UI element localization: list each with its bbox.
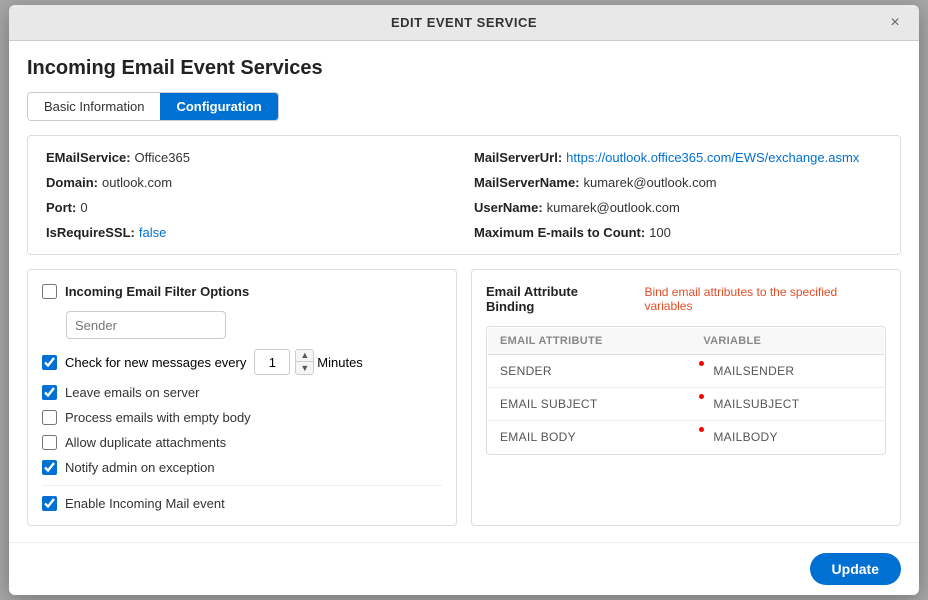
domain-value: outlook.com <box>102 175 172 190</box>
filter-options-checkbox[interactable] <box>42 284 57 299</box>
port-value: 0 <box>80 200 87 215</box>
leave-emails-label[interactable]: Leave emails on server <box>65 385 199 400</box>
email-service-label: EMailService: <box>46 150 131 165</box>
port-label: Port: <box>46 200 76 215</box>
mail-server-url-label: MailServerUrl: <box>474 150 562 165</box>
table-header-row: EMAIL ATTRIBUTE VARIABLE <box>488 328 885 355</box>
variable-value: MAILSUBJECT <box>713 397 799 411</box>
info-section: EMailService: Office365 MailServerUrl: h… <box>27 135 901 255</box>
port-row: Port: 0 <box>46 200 454 215</box>
modal-title: EDIT EVENT SERVICE <box>391 15 537 30</box>
tab-basic[interactable]: Basic Information <box>28 93 160 120</box>
modal: EDIT EVENT SERVICE × Incoming Email Even… <box>9 5 919 595</box>
check-messages-row: Check for new messages every 1 ▲ ▼ Minut… <box>42 349 442 375</box>
ssl-value: false <box>139 225 166 240</box>
bottom-section: Incoming Email Filter Options Check for … <box>27 269 901 526</box>
leave-emails-row: Leave emails on server <box>42 385 442 400</box>
check-interval-value: 1 <box>254 349 290 375</box>
variable-value: MAILBODY <box>713 430 777 444</box>
allow-duplicates-label[interactable]: Allow duplicate attachments <box>65 435 226 450</box>
tab-configuration[interactable]: Configuration <box>160 93 277 120</box>
close-button[interactable]: × <box>883 11 907 35</box>
sender-filter-input[interactable] <box>66 311 226 339</box>
interval-unit: Minutes <box>317 355 363 370</box>
check-messages-label: Check for new messages every <box>65 355 246 370</box>
table-row: EMAIL SUBJECT MAILSUBJECT <box>488 388 885 421</box>
email-service-row: EMailService: Office365 <box>46 150 454 165</box>
attr-cell: EMAIL BODY <box>488 421 692 454</box>
mail-server-name-row: MailServerName: kumarek@outlook.com <box>474 175 882 190</box>
attr-binding-subtitle: Bind email attributes to the specified v… <box>644 285 886 313</box>
col-variable: VARIABLE <box>691 328 884 355</box>
table-row: SENDER MAILSENDER <box>488 355 885 388</box>
mail-server-name-value: kumarek@outlook.com <box>584 175 717 190</box>
tab-bar: Basic Information Configuration <box>27 92 279 121</box>
attr-binding-header: Email Attribute Binding Bind email attri… <box>486 284 886 314</box>
mail-server-name-label: MailServerName: <box>474 175 580 190</box>
email-service-value: Office365 <box>135 150 190 165</box>
max-emails-value: 100 <box>649 225 671 240</box>
attr-cell: SENDER <box>488 355 692 388</box>
domain-label: Domain: <box>46 175 98 190</box>
attr-binding-title: Email Attribute Binding <box>486 284 628 314</box>
attr-table-container: EMAIL ATTRIBUTE VARIABLE SENDER MAILSEND… <box>486 326 886 455</box>
modal-overlay: EDIT EVENT SERVICE × Incoming Email Even… <box>0 0 928 600</box>
username-row: UserName: kumarek@outlook.com <box>474 200 882 215</box>
check-messages-checkbox[interactable] <box>42 355 57 370</box>
variable-cell: MAILBODY <box>691 421 884 454</box>
notify-admin-checkbox[interactable] <box>42 460 57 475</box>
attr-cell: EMAIL SUBJECT <box>488 388 692 421</box>
leave-emails-checkbox[interactable] <box>42 385 57 400</box>
stepper-down-button[interactable]: ▼ <box>296 362 313 374</box>
domain-row: Domain: outlook.com <box>46 175 454 190</box>
ssl-label: IsRequireSSL: <box>46 225 135 240</box>
notify-admin-label[interactable]: Notify admin on exception <box>65 460 215 475</box>
username-value: kumarek@outlook.com <box>547 200 680 215</box>
variable-value: MAILSENDER <box>713 364 794 378</box>
stepper-up-button[interactable]: ▲ <box>296 350 313 362</box>
ssl-row: IsRequireSSL: false <box>46 225 454 240</box>
allow-duplicates-checkbox[interactable] <box>42 435 57 450</box>
filter-panel-header: Incoming Email Filter Options <box>42 284 442 299</box>
username-label: UserName: <box>474 200 543 215</box>
attr-binding-panel: Email Attribute Binding Bind email attri… <box>471 269 901 526</box>
page-title: Incoming Email Event Services <box>27 57 901 80</box>
col-attribute: EMAIL ATTRIBUTE <box>488 328 692 355</box>
update-button[interactable]: Update <box>810 553 901 585</box>
max-emails-row: Maximum E-mails to Count: 100 <box>474 225 882 240</box>
process-empty-checkbox[interactable] <box>42 410 57 425</box>
filter-panel-title: Incoming Email Filter Options <box>65 284 249 299</box>
modal-header: EDIT EVENT SERVICE × <box>9 5 919 41</box>
max-emails-label: Maximum E-mails to Count: <box>474 225 645 240</box>
variable-cell: MAILSENDER <box>691 355 884 388</box>
attr-table: EMAIL ATTRIBUTE VARIABLE SENDER MAILSEND… <box>487 327 885 454</box>
interval-stepper: ▲ ▼ <box>295 349 314 375</box>
allow-duplicates-row: Allow duplicate attachments <box>42 435 442 450</box>
enable-incoming-checkbox[interactable] <box>42 496 57 511</box>
process-empty-label[interactable]: Process emails with empty body <box>65 410 251 425</box>
enable-incoming-label[interactable]: Enable Incoming Mail event <box>65 496 225 511</box>
mail-server-url-row: MailServerUrl: https://outlook.office365… <box>474 150 882 165</box>
notify-admin-row: Notify admin on exception <box>42 460 442 475</box>
enable-incoming-row: Enable Incoming Mail event <box>42 485 442 511</box>
table-row: EMAIL BODY MAILBODY <box>488 421 885 454</box>
process-empty-row: Process emails with empty body <box>42 410 442 425</box>
modal-body: Incoming Email Event Services Basic Info… <box>9 41 919 542</box>
modal-footer: Update <box>9 542 919 595</box>
mail-server-url-value: https://outlook.office365.com/EWS/exchan… <box>566 150 859 165</box>
variable-cell: MAILSUBJECT <box>691 388 884 421</box>
filter-panel: Incoming Email Filter Options Check for … <box>27 269 457 526</box>
